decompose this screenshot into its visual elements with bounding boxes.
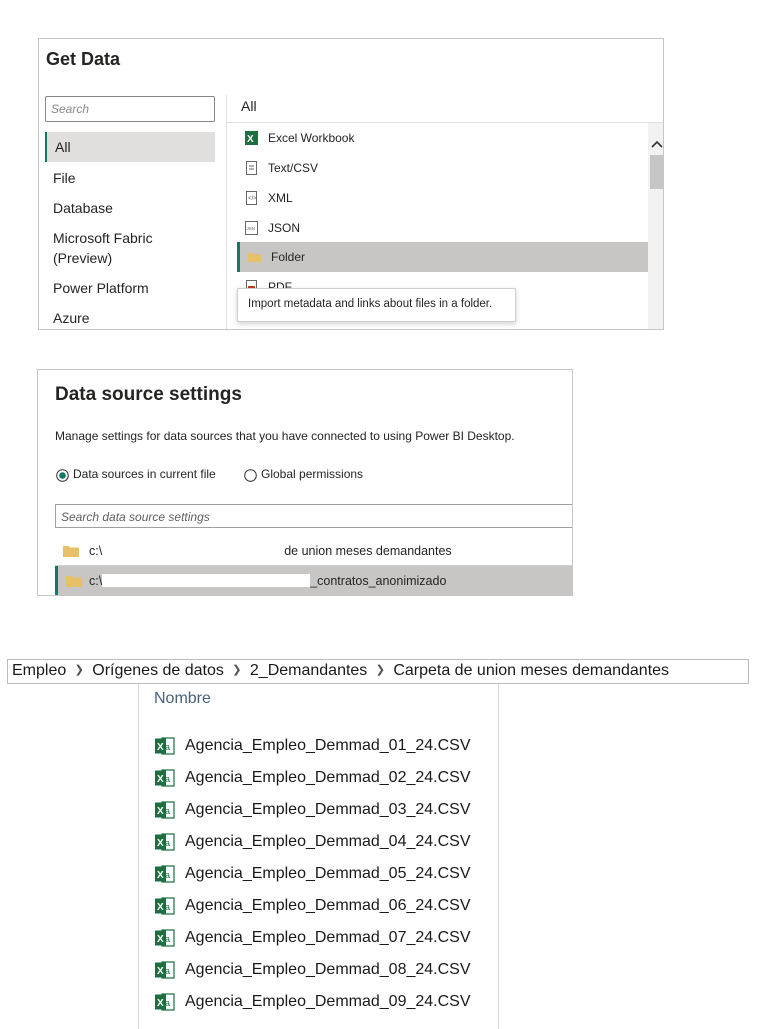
file-name: Agencia_Empleo_Demmad_08_24.CSV [185, 961, 471, 978]
list-title: All [241, 98, 257, 114]
file-item[interactable]: a X Agencia_Empleo_Demmad_01_24.CSV [154, 732, 494, 760]
excel-csv-icon: aX [154, 768, 176, 793]
excel-csv-icon: aX [154, 928, 176, 953]
category-database[interactable]: Database [45, 198, 215, 218]
connector-excel-workbook[interactable]: X Excel Workbook [237, 123, 648, 153]
connector-json[interactable]: JSN JSON [237, 213, 648, 243]
get-data-search-input[interactable]: Search [45, 96, 215, 122]
connector-label: Excel Workbook [268, 131, 355, 145]
folder-icon [66, 576, 82, 587]
svg-text:X: X [157, 870, 164, 881]
dss-title: Data source settings [55, 384, 242, 405]
svg-text:X: X [157, 966, 164, 977]
file-item[interactable]: a X Agencia_Empleo_Demmad_04_24.CSV [154, 828, 494, 856]
chevron-right-icon[interactable]: ❯ [373, 663, 387, 676]
connector-label: XML [268, 191, 293, 205]
category-microsoft-fabric[interactable]: Microsoft Fabric (Preview) [45, 228, 215, 268]
file-name: Agencia_Empleo_Demmad_02_24.CSV [185, 769, 471, 786]
data-source-row[interactable]: c:\ de union meses demandantes [55, 536, 572, 566]
connector-label: Text/CSV [268, 161, 319, 175]
connector-label: JSON [268, 221, 301, 235]
column-header-name[interactable]: Nombre [154, 690, 211, 708]
file-item[interactable]: a X Agencia_Empleo_Demmad_08_24.CSV [154, 956, 494, 984]
connector-text-csv[interactable]: Text/CSV [237, 153, 648, 183]
file-item[interactable]: a X Agencia_Empleo_Demmad_02_24.CSV [154, 764, 494, 792]
excel-csv-icon: aX [154, 864, 176, 889]
file-name: Agencia_Empleo_Demmad_07_24.CSV [185, 929, 471, 946]
dss-search-input[interactable]: Search data source settings [55, 504, 572, 528]
breadcrumb-item[interactable]: Empleo [12, 662, 66, 679]
file-item[interactable]: a X Agencia_Empleo_Demmad_09_24.CSV [154, 988, 494, 1016]
get-data-title: Get Data [46, 49, 121, 69]
excel-csv-icon: aX [154, 960, 176, 985]
panel-divider [226, 95, 227, 329]
data-source-path: c:\ de union meses demandantes [89, 544, 452, 558]
xml-icon: </> [246, 191, 257, 205]
breadcrumb: Empleo ❯ Orígenes de datos ❯ 2_Demandantes ❯ C… [7, 659, 749, 684]
radio-current-file[interactable] [56, 469, 69, 482]
chevron-up-icon[interactable] [650, 138, 664, 150]
svg-text:X: X [157, 806, 164, 817]
radio-global-permissions-label: Global permissions [261, 467, 364, 481]
chevron-right-icon[interactable]: ❯ [72, 663, 86, 676]
svg-text:X: X [247, 134, 254, 145]
data-source-settings-panel: Data source settings Manage settings for… [37, 369, 573, 596]
svg-text:X: X [157, 998, 164, 1009]
file-item[interactable]: a X Agencia_Empleo_Demmad_05_24.CSV [154, 860, 494, 888]
file-list-pane: Nombre a X Agencia_Empleo_Demmad_01_24.CSV… [138, 684, 499, 1029]
breadcrumb-item[interactable]: Orígenes de datos [92, 662, 224, 679]
file-name: Agencia_Empleo_Demmad_01_24.CSV [185, 737, 471, 754]
data-source-row-selected[interactable]: c:\ _contratos_anonimizado [55, 566, 572, 595]
svg-text:X: X [157, 774, 164, 785]
excel-csv-icon: aX [154, 832, 176, 857]
category-power-platform[interactable]: Power Platform [45, 278, 215, 298]
data-source-path: c:\ _contratos_anonimizado [89, 574, 447, 588]
excel-icon: X [245, 131, 258, 145]
file-name: Agencia_Empleo_Demmad_03_24.CSV [185, 801, 471, 818]
chevron-right-icon[interactable]: ❯ [230, 663, 244, 676]
connector-label: Folder [271, 250, 306, 264]
svg-text:X: X [157, 902, 164, 913]
folder-icon [248, 253, 261, 262]
excel-csv-icon: aX [154, 800, 176, 825]
file-name: Agencia_Empleo_Demmad_04_24.CSV [185, 833, 471, 850]
file-item[interactable]: a X Agencia_Empleo_Demmad_03_24.CSV [154, 796, 494, 824]
radio-current-file-label: Data sources in current file [73, 467, 216, 481]
file-name: Agencia_Empleo_Demmad_06_24.CSV [185, 897, 471, 914]
svg-text:JSN: JSN [247, 226, 256, 231]
svg-text:X: X [157, 838, 164, 849]
svg-text:</>: </> [248, 196, 257, 202]
excel-csv-icon: aX [154, 992, 176, 1017]
radio-global-permissions[interactable] [244, 469, 257, 482]
connector-folder[interactable]: Folder [237, 242, 648, 272]
text-file-icon [246, 161, 257, 175]
scrollbar-thumb[interactable] [650, 155, 663, 189]
get-data-panel: Get Data Search All File Database Micros… [38, 38, 664, 330]
svg-text:X: X [157, 742, 164, 753]
breadcrumb-item[interactable]: Carpeta de union meses demandantes [393, 662, 669, 679]
excel-csv-icon: aX [154, 896, 176, 921]
folder-tooltip: Import metadata and links about files in… [237, 288, 516, 322]
category-azure[interactable]: Azure [45, 308, 215, 328]
category-all[interactable]: All [45, 132, 215, 162]
excel-csv-icon: aX [154, 736, 176, 761]
folder-icon [63, 546, 79, 557]
file-name: Agencia_Empleo_Demmad_09_24.CSV [185, 993, 471, 1010]
svg-text:X: X [157, 934, 164, 945]
category-file[interactable]: File [45, 168, 215, 188]
breadcrumb-item[interactable]: 2_Demandantes [250, 662, 367, 679]
file-name: Agencia_Empleo_Demmad_05_24.CSV [185, 865, 471, 882]
file-item[interactable]: a X Agencia_Empleo_Demmad_07_24.CSV [154, 924, 494, 952]
connector-xml[interactable]: </> XML [237, 183, 648, 213]
dss-description: Manage settings for data sources that yo… [55, 429, 515, 443]
file-item[interactable]: a X Agencia_Empleo_Demmad_06_24.CSV [154, 892, 494, 920]
json-icon: JSN [245, 221, 258, 235]
